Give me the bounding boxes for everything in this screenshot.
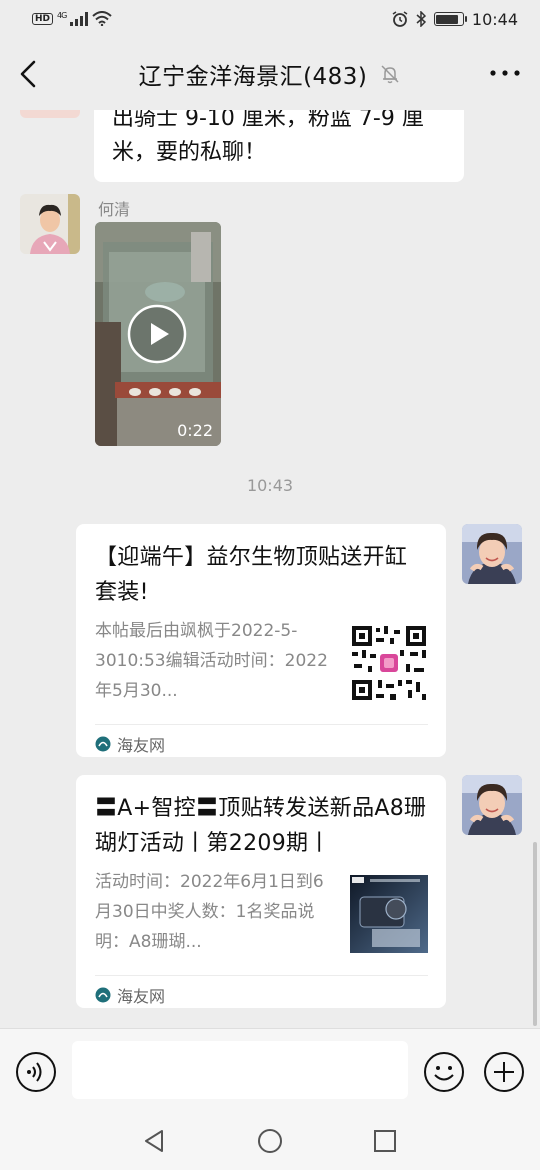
bluetooth-icon [416,11,426,27]
signal-icon [70,11,89,26]
plus-icon[interactable] [483,1051,525,1093]
card-source-name: 海友网 [117,735,166,755]
hd-icon: HD [32,12,54,25]
mute-bell-icon [381,65,399,84]
wifi-icon [92,11,112,27]
avatar[interactable] [20,110,80,118]
card-title: 〓A+智控〓顶贴转发送新品A8珊 瑚灯活动丨第2209期丨 [95,796,427,856]
status-time: 10:44 [471,9,518,29]
home-circle-icon[interactable] [255,1126,285,1156]
chat-messages[interactable]: 出骑士 9-10 厘米，粉蓝 7-9 厘 米，要的私聊！ 何清 0:22 10:… [0,110,540,1028]
alarm-icon [392,11,408,27]
back-arrow-icon[interactable] [16,58,44,90]
video-duration: 0:22 [177,421,213,440]
product-thumbnail [350,875,428,953]
avatar-self[interactable] [462,775,522,835]
time-divider: 10:43 [246,476,294,495]
scrollbar[interactable] [533,842,537,1026]
chat-header: 辽宁金洋海景汇(483) [0,38,540,110]
link-card[interactable]: 【迎端午】益尔生物顶贴送开缸套装! 本帖最后由飒枫于2022-5-3010:53… [76,524,446,757]
status-bar: HD 4G 10:44 [0,0,540,38]
title-group: 辽宁金洋海景汇(483) [139,57,402,91]
qr-code-thumbnail [350,624,428,702]
card-source: 海友网 [95,724,428,762]
card-title: 【迎端午】益尔生物顶贴送开缸套装! [95,545,408,605]
message-line: 米，要的私聊！ [112,140,267,165]
network-label: 4G [57,10,67,20]
message-input[interactable] [72,1041,408,1099]
video-message[interactable]: 0:22 [95,222,221,446]
avatar-heqing[interactable] [20,194,80,254]
input-bar [0,1028,540,1110]
play-icon[interactable] [127,304,187,364]
haiyou-site-icon [95,736,111,751]
haiyou-site-icon [95,987,111,1002]
avatar-self[interactable] [462,524,522,584]
message-line: 出骑士 9-10 厘米，粉蓝 7-9 厘 [112,110,424,131]
girl-avatar-icon [462,775,522,835]
text-message-bubble[interactable]: 出骑士 9-10 厘米，粉蓝 7-9 厘 米，要的私聊！ [94,110,464,182]
card-source-name: 海友网 [117,986,166,1006]
recents-square-icon[interactable] [370,1126,400,1156]
status-left: HD 4G [32,11,112,27]
sender-name: 何清 [98,200,131,219]
chat-title: 辽宁金洋海景汇(483) [138,64,368,90]
more-dots-icon[interactable] [488,62,522,84]
card-description: 本帖最后由飒枫于2022-5-3010:53编辑活动时间：2022年5月30..… [95,621,328,701]
network-type: 4G [57,10,67,27]
status-right: 10:44 [392,10,518,29]
link-card[interactable]: 〓A+智控〓顶贴转发送新品A8珊 瑚灯活动丨第2209期丨 活动时间：2022年… [76,775,446,1008]
system-nav-bar [0,1110,540,1170]
card-body: 本帖最后由飒枫于2022-5-3010:53编辑活动时间：2022年5月30..… [95,616,428,710]
girl-avatar-icon [462,524,522,584]
battery-icon [433,12,467,26]
card-body: 活动时间：2022年6月1日到6月30日中奖人数：1名奖品说明：A8珊瑚... [95,867,428,961]
battery-fill [436,14,458,24]
card-description: 活动时间：2022年6月1日到6月30日中奖人数：1名奖品说明：A8珊瑚... [95,872,324,952]
emoji-icon[interactable] [423,1051,465,1093]
person-avatar-icon [20,194,80,254]
back-triangle-icon[interactable] [140,1126,170,1156]
card-source: 海友网 [95,975,428,1013]
voice-icon[interactable] [15,1051,57,1093]
